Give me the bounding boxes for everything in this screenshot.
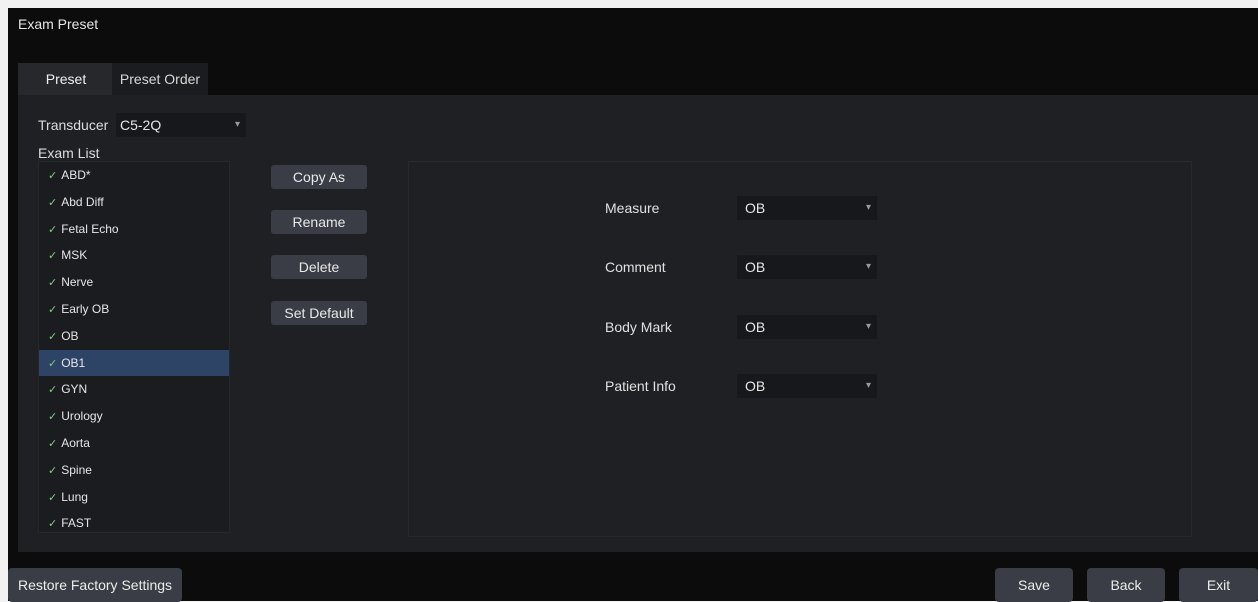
transducer-select[interactable]: C5-2Q ▾ (116, 113, 246, 137)
check-icon: ✓ (48, 518, 58, 531)
chevron-down-icon: ▾ (234, 119, 240, 130)
patient-info-label: Patient Info (605, 378, 676, 394)
comment-label: Comment (605, 259, 666, 275)
exam-label: MSK (61, 248, 88, 263)
list-item[interactable]: ✓ OB (39, 323, 229, 350)
list-item[interactable]: ✓ Early OB (39, 296, 229, 323)
exam-label: Nerve (61, 275, 94, 290)
exam-label: Early OB (61, 301, 110, 316)
exam-label: OB1 (61, 355, 86, 370)
check-icon: ✓ (48, 250, 58, 263)
comment-value: OB (745, 259, 766, 275)
restore-factory-settings-button[interactable]: Restore Factory Settings (8, 568, 182, 602)
exam-list[interactable]: ✓ ABD* ✓ Abd Diff ✓ Fetal Echo ✓ MSK ✓ Nerve … (38, 161, 230, 533)
check-icon: ✓ (48, 196, 58, 209)
exam-label: Fetal Echo (61, 221, 119, 236)
exam-label: OB (61, 328, 79, 343)
body-mark-select[interactable]: OB ▾ (737, 315, 877, 339)
exam-label: FAST (61, 516, 92, 531)
tab-preset-order[interactable]: Preset Order (112, 63, 208, 95)
exam-label: ABD* (61, 168, 91, 182)
list-item-selected[interactable]: ✓ OB1 (39, 349, 229, 377)
exam-label: Aorta (61, 435, 90, 450)
save-button[interactable]: Save (995, 568, 1073, 602)
check-icon: ✓ (48, 303, 58, 316)
list-item[interactable]: ✓ GYN (39, 376, 229, 403)
exam-list-label: Exam List (38, 145, 100, 161)
exam-label: Spine (61, 462, 92, 477)
exam-label: Abd Diff (61, 194, 104, 209)
check-icon: ✓ (48, 357, 58, 370)
list-item[interactable]: ✓ Spine (39, 457, 229, 484)
chevron-down-icon: ▾ (865, 380, 871, 391)
list-item[interactable]: ✓ MSK (39, 242, 229, 269)
list-item[interactable]: ✓ Urology (39, 403, 229, 430)
copy-as-button[interactable]: Copy As (271, 165, 367, 189)
transducer-label: Transducer (38, 117, 109, 133)
back-button[interactable]: Back (1087, 568, 1165, 602)
check-icon: ✓ (48, 330, 58, 343)
list-item[interactable]: ✓ Aorta (39, 430, 229, 457)
patient-info-value: OB (745, 378, 766, 394)
list-item[interactable]: ✓ Fetal Echo (39, 216, 229, 243)
chevron-down-icon: ▾ (865, 202, 871, 213)
measure-value: OB (745, 200, 766, 216)
window-title: Exam Preset (18, 16, 99, 32)
exam-preset-window: Exam Preset Preset Preset Order Transduc… (8, 8, 1258, 602)
rename-button[interactable]: Rename (271, 210, 367, 234)
preset-content-panel: Transducer C5-2Q ▾ Exam List ✓ ABD* ✓ Abd … (18, 95, 1258, 552)
measure-select[interactable]: OB ▾ (737, 196, 877, 220)
list-item[interactable]: ✓ Lung (39, 484, 229, 511)
check-icon: ✓ (48, 384, 58, 397)
body-mark-label: Body Mark (605, 319, 672, 335)
tab-preset[interactable]: Preset (18, 63, 114, 95)
exit-button[interactable]: Exit (1179, 568, 1258, 602)
check-icon: ✓ (48, 223, 58, 236)
exam-label: Urology (61, 409, 103, 424)
body-mark-value: OB (745, 319, 766, 335)
exam-label: GYN (61, 382, 88, 397)
check-icon: ✓ (48, 277, 58, 290)
check-icon: ✓ (48, 464, 58, 477)
check-icon: ✓ (48, 411, 58, 424)
exam-label: Lung (61, 489, 88, 504)
list-item[interactable]: ✓ Abd Diff (39, 189, 229, 216)
measure-label: Measure (605, 200, 660, 216)
list-item[interactable]: ✓ ABD* (39, 162, 229, 189)
list-item[interactable]: ✓ FAST (39, 510, 229, 537)
check-icon: ✓ (48, 170, 58, 182)
transducer-value: C5-2Q (120, 117, 162, 133)
preset-settings-panel: Measure OB ▾ Comment OB ▾ Body Mark OB ▾… (408, 161, 1192, 537)
chevron-down-icon: ▾ (865, 321, 871, 332)
set-default-button[interactable]: Set Default (271, 301, 367, 325)
delete-button[interactable]: Delete (271, 255, 367, 279)
comment-select[interactable]: OB ▾ (737, 255, 877, 279)
check-icon: ✓ (48, 491, 58, 504)
patient-info-select[interactable]: OB ▾ (737, 374, 877, 398)
list-item[interactable]: ✓ Nerve (39, 269, 229, 296)
check-icon: ✓ (48, 437, 58, 450)
chevron-down-icon: ▾ (865, 261, 871, 272)
